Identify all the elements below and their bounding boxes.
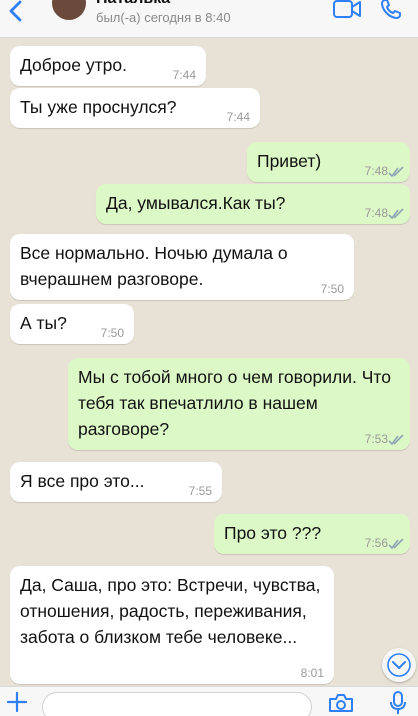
avatar[interactable] <box>52 0 86 20</box>
back-icon <box>9 0 22 22</box>
chat-header: Наталька был(-а) сегодня в 8:40 <box>0 0 418 38</box>
message-text: Доброе утро. <box>20 55 127 75</box>
read-ticks-icon <box>388 434 404 446</box>
message-time: 7:50 <box>100 326 124 340</box>
read-ticks-icon <box>388 208 404 220</box>
microphone-icon <box>390 691 406 714</box>
message-outgoing[interactable]: Мы с тобой много о чем говорили. Что теб… <box>68 358 410 450</box>
plus-icon <box>6 691 28 713</box>
message-text: Мы с тобой много о чем говорили. Что теб… <box>78 367 391 439</box>
message-time: 7:55 <box>188 484 212 498</box>
message-time: 7:56 <box>364 536 388 550</box>
microphone-button[interactable] <box>388 691 408 715</box>
message-incoming[interactable]: Ты уже проснулся? 7:44 <box>10 88 260 128</box>
message-text: Да, умывался.Как ты? <box>106 193 286 213</box>
message-text: Привет) <box>257 151 322 171</box>
message-text: А ты? <box>20 313 67 333</box>
camera-button[interactable] <box>328 693 354 713</box>
message-time: 7:53 <box>364 432 388 446</box>
message-list[interactable]: Доброе утро. 7:44 Ты уже проснулся? 7:44… <box>0 38 418 686</box>
message-text: Про это ??? <box>224 523 322 543</box>
contact-name[interactable]: Наталька <box>96 0 170 8</box>
message-input[interactable] <box>42 692 312 716</box>
message-text: Да, Саша, про это: Встречи, чувства, отн… <box>20 575 321 647</box>
read-ticks-icon <box>388 538 404 550</box>
phone-icon <box>381 0 401 19</box>
message-incoming[interactable]: А ты? 7:50 <box>10 304 134 344</box>
message-outgoing[interactable]: Про это ??? 7:56 <box>214 514 410 554</box>
message-time: 7:48 <box>364 164 388 178</box>
message-time: 7:50 <box>320 282 344 296</box>
attach-button[interactable] <box>6 691 28 713</box>
message-input-bar <box>0 686 418 716</box>
video-call-icon <box>333 0 361 18</box>
message-time: 7:44 <box>172 68 196 82</box>
last-seen-status: был(-а) сегодня в 8:40 <box>96 10 231 25</box>
message-time: 8:01 <box>300 666 324 680</box>
message-text: Ты уже проснулся? <box>20 97 177 117</box>
read-ticks-icon <box>388 166 404 178</box>
camera-icon <box>329 694 353 712</box>
back-button[interactable] <box>6 0 28 22</box>
message-outgoing[interactable]: Привет) 7:48 <box>247 142 410 182</box>
message-incoming[interactable]: Я все про это... 7:55 <box>10 462 222 502</box>
message-incoming[interactable]: Доброе утро. 7:44 <box>10 46 206 86</box>
video-call-button[interactable] <box>333 0 361 18</box>
scroll-to-bottom-button[interactable] <box>382 648 416 682</box>
message-outgoing[interactable]: Да, умывался.Как ты? 7:48 <box>96 184 410 224</box>
voice-call-button[interactable] <box>380 0 402 20</box>
message-time: 7:44 <box>226 110 250 124</box>
message-incoming[interactable]: Да, Саша, про это: Встречи, чувства, отн… <box>10 566 334 684</box>
message-incoming[interactable]: Все нормально. Ночью думала о вчерашнем … <box>10 234 354 300</box>
message-time: 7:48 <box>364 206 388 220</box>
chevron-down-icon <box>387 653 411 677</box>
message-text: Все нормально. Ночью думала о вчерашнем … <box>20 243 288 289</box>
message-text: Я все про это... <box>20 471 145 491</box>
